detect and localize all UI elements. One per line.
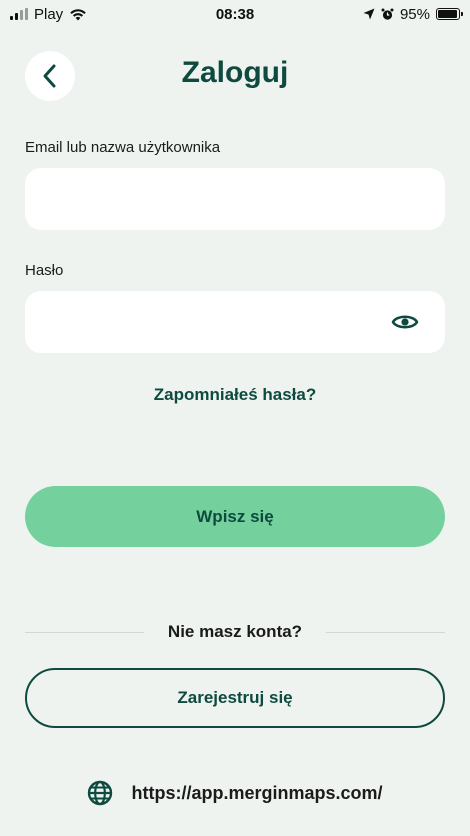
battery-percent: 95% [399, 5, 430, 23]
forgot-password-link[interactable]: Zapomniałeś hasła? [0, 385, 470, 405]
sign-in-button[interactable]: Wpisz się [25, 486, 445, 547]
password-label: Hasło [25, 262, 64, 279]
server-url-row[interactable]: https://app.merginmaps.com/ [0, 780, 470, 806]
username-label: Email lub nazwa użytkownika [25, 139, 221, 156]
signal-icon [10, 8, 28, 20]
divider-line-left [25, 631, 144, 633]
alarm-icon [381, 8, 394, 20]
server-url: https://app.merginmaps.com/ [131, 782, 383, 803]
signup-divider: Nie masz konta? [25, 622, 445, 642]
eye-icon [391, 315, 419, 329]
status-bar-left: Play [10, 6, 87, 23]
carrier-label: Play [34, 5, 64, 23]
status-bar-right: 95% [363, 5, 463, 23]
battery-icon [436, 8, 463, 20]
battery-level [438, 10, 457, 18]
page-title: Zaloguj [181, 56, 289, 89]
password-visibility-toggle[interactable] [387, 308, 423, 336]
status-bar: Play 08:38 95% [0, 0, 470, 28]
password-input[interactable] [25, 291, 445, 353]
no-account-prompt: Nie masz konta? [167, 622, 303, 641]
globe-icon [88, 780, 113, 806]
register-button[interactable]: Zarejestruj się [25, 668, 445, 728]
wifi-icon [70, 9, 86, 21]
divider-line-right [326, 631, 445, 633]
location-arrow-icon [363, 8, 375, 20]
username-input[interactable] [25, 168, 445, 230]
